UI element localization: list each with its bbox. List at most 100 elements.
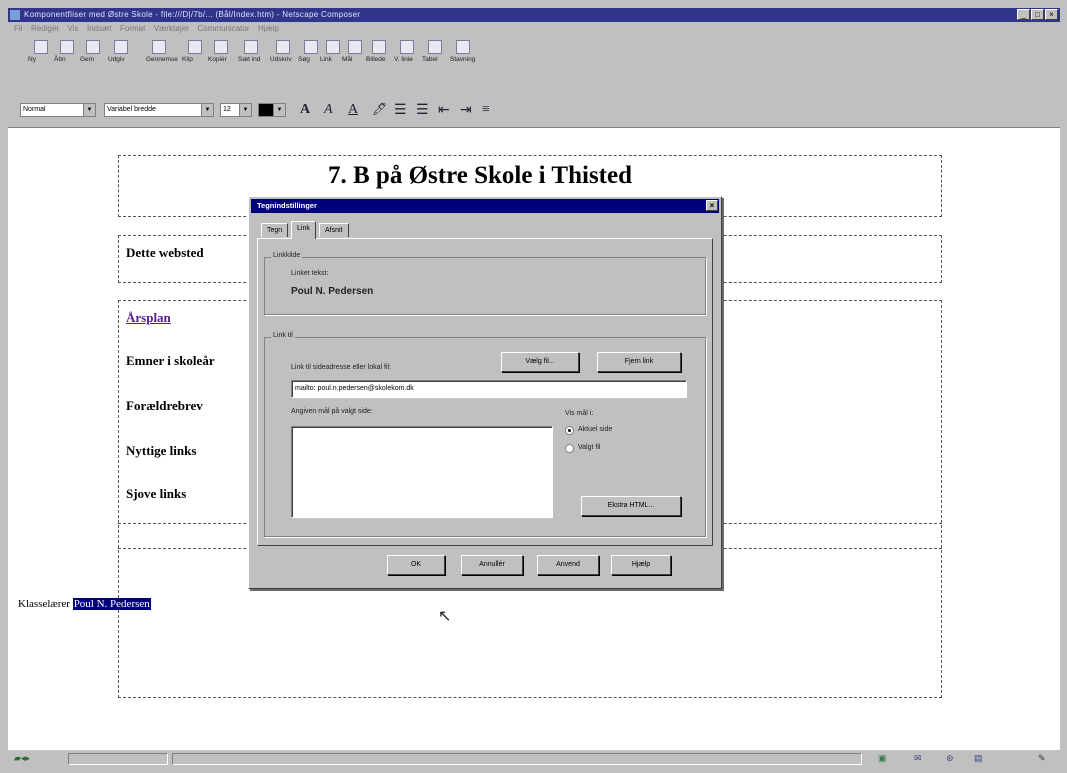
menu-communicator[interactable]: Communicator: [197, 22, 249, 36]
clear-styles-icon[interactable]: 🖊: [372, 102, 387, 117]
nav-item-sjove-links: Sjove links: [126, 486, 187, 501]
link-tab-panel: Linkkilde Linket tekst: Poul N. Pedersen…: [257, 238, 713, 546]
publish-button[interactable]: Udgiv: [108, 38, 134, 63]
newsgroups-icon[interactable]: ⊛: [946, 753, 954, 764]
targets-label: Angiven mål på valgt side:: [291, 408, 373, 415]
nav-item-nyttige-links: Nyttige links: [126, 443, 197, 458]
chevron-down-icon: ▼: [273, 104, 285, 116]
table-button[interactable]: Tabel: [422, 38, 448, 63]
underline-icon[interactable]: A: [348, 102, 358, 118]
tab-link[interactable]: Link: [291, 221, 316, 239]
composer-icon[interactable]: ▤: [974, 753, 983, 764]
nav-item-arsplan[interactable]: Årsplan: [126, 310, 171, 326]
security-icon: ▰◂▸: [14, 753, 30, 763]
menu-edit[interactable]: Redigér: [31, 22, 59, 36]
intro-text: Dette websted: [126, 245, 204, 260]
hrule-button[interactable]: V. linie: [394, 38, 420, 63]
open-icon: [60, 40, 74, 54]
maximize-button[interactable]: □: [1031, 9, 1044, 20]
menu-bar: Fil Redigér Vis Indsæt Format Værktøjer …: [8, 22, 1060, 36]
help-button[interactable]: Hjælp: [611, 555, 671, 575]
target-button[interactable]: Mål: [342, 38, 368, 63]
navigator-icon[interactable]: ▣: [878, 753, 887, 764]
copy-button[interactable]: Kopiér: [208, 38, 234, 63]
mail-icon[interactable]: ✉: [914, 753, 922, 764]
save-icon: [86, 40, 100, 54]
preview-icon: [152, 40, 166, 54]
close-window-button[interactable]: ×: [1045, 9, 1058, 20]
italic-icon[interactable]: A: [324, 102, 333, 118]
radio-selected-file-label: Valgt fil: [578, 444, 601, 451]
link-icon: [326, 40, 340, 54]
chevron-down-icon: ▼: [201, 104, 213, 116]
radio-selected-file[interactable]: [565, 444, 574, 453]
nav-item-emner: Emner i skoleår: [126, 353, 215, 368]
extra-html-button[interactable]: Ekstra HTML...: [581, 496, 681, 516]
indent-icon[interactable]: ⇥: [460, 102, 472, 119]
apply-button[interactable]: Anvend: [537, 555, 599, 575]
close-icon[interactable]: ×: [706, 200, 718, 211]
link-to-group: Link til Link til sideadresse eller loka…: [264, 332, 706, 537]
copy-icon: [214, 40, 228, 54]
menu-file[interactable]: Fil: [14, 22, 22, 36]
menu-format[interactable]: Format: [120, 22, 145, 36]
print-button[interactable]: Udskriv: [270, 38, 296, 63]
netscape-app-icon: [10, 10, 20, 20]
target-icon: [348, 40, 362, 54]
paste-icon: [244, 40, 258, 54]
menu-help[interactable]: Hjælp: [258, 22, 279, 36]
teacher-name-selected[interactable]: Poul N. Pedersen: [72, 598, 151, 610]
menu-tools[interactable]: Værktøjer: [154, 22, 189, 36]
text-color-select[interactable]: ▼: [258, 103, 286, 117]
dialog-title: Tegnindstillinger: [257, 201, 317, 210]
save-button[interactable]: Gem: [80, 38, 106, 63]
ok-button[interactable]: OK: [387, 555, 445, 575]
spell-icon: [456, 40, 470, 54]
outdent-icon[interactable]: ⇤: [438, 102, 450, 119]
paste-button[interactable]: Sæt ind: [238, 38, 264, 63]
menu-insert[interactable]: Indsæt: [87, 22, 111, 36]
url-label: Link til sideadresse eller lokal fil:: [291, 364, 391, 371]
tab-tegn[interactable]: Tegn: [261, 223, 289, 237]
cancel-button[interactable]: Annullér: [461, 555, 523, 575]
linked-text-value: Poul N. Pedersen: [291, 286, 374, 297]
radio-current-page[interactable]: [565, 426, 574, 435]
remove-link-button[interactable]: Fjern link: [597, 352, 681, 372]
font-select[interactable]: Variabel bredde ▼: [104, 103, 214, 117]
edit-icon[interactable]: ✎: [1038, 753, 1046, 764]
paragraph-style-select[interactable]: Normal ▼: [20, 103, 96, 117]
targets-list[interactable]: [291, 426, 553, 518]
number-list-icon[interactable]: ☰: [416, 102, 429, 119]
minimize-button[interactable]: _: [1017, 9, 1030, 20]
chevron-down-icon: ▼: [239, 104, 251, 116]
image-icon: [372, 40, 386, 54]
bold-icon[interactable]: A: [300, 102, 310, 118]
nav-item-foraeldrebrev: Forældrebrev: [126, 398, 203, 413]
cut-icon: [188, 40, 202, 54]
show-targets-label: Vis mål i:: [565, 410, 594, 417]
image-button[interactable]: Billede: [366, 38, 392, 63]
search-icon: [304, 40, 318, 54]
table-icon: [428, 40, 442, 54]
cut-button[interactable]: Klip: [182, 38, 208, 63]
url-input[interactable]: mailto: poul.n.pedersen@skolekom.dk: [291, 380, 687, 398]
window-titlebar: Komponentfliser med Østre Skole - file:/…: [8, 8, 1060, 22]
preview-button[interactable]: Gennemse: [146, 38, 178, 63]
format-toolbar: Normal ▼ Variabel bredde ▼ 12 ▼ ▼ A A A 🖊 ☰…: [8, 100, 1060, 120]
font-size-select[interactable]: 12 ▼: [220, 103, 252, 117]
tab-afsnit[interactable]: Afsnit: [319, 223, 349, 237]
spelling-button[interactable]: Stavning: [450, 38, 476, 63]
print-icon: [276, 40, 290, 54]
progress-segment: [68, 753, 168, 765]
teacher-label: Klasselærer: [18, 598, 70, 610]
align-icon[interactable]: ≡: [482, 102, 490, 118]
bullet-list-icon[interactable]: ☰: [394, 102, 407, 119]
choose-file-button[interactable]: Vælg fil...: [501, 352, 579, 372]
new-button[interactable]: Ny: [28, 38, 54, 63]
status-text-segment: [172, 753, 862, 765]
new-icon: [34, 40, 48, 54]
chevron-down-icon: ▼: [83, 104, 95, 116]
menu-view[interactable]: Vis: [68, 22, 79, 36]
teacher-line: Klasselærer Poul N. Pedersen: [18, 598, 151, 610]
open-button[interactable]: Åbn: [54, 38, 80, 63]
